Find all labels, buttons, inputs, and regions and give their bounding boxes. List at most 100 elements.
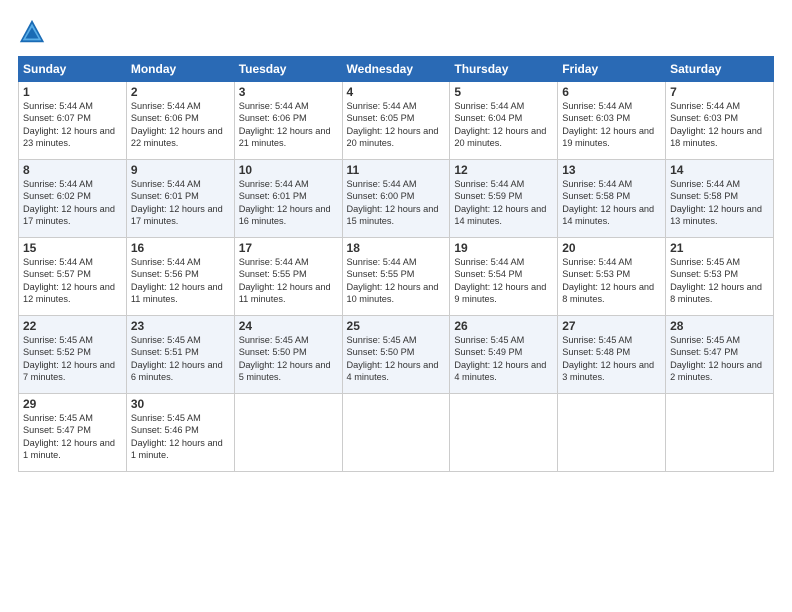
calendar-cell: 4Sunrise: 5:44 AMSunset: 6:05 PMDaylight… — [342, 82, 450, 160]
calendar-cell: 3Sunrise: 5:44 AMSunset: 6:06 PMDaylight… — [234, 82, 342, 160]
day-number: 14 — [670, 163, 769, 177]
calendar-cell: 17Sunrise: 5:44 AMSunset: 5:55 PMDayligh… — [234, 238, 342, 316]
calendar-cell: 16Sunrise: 5:44 AMSunset: 5:56 PMDayligh… — [126, 238, 234, 316]
cell-content: Sunrise: 5:44 AMSunset: 6:03 PMDaylight:… — [670, 100, 769, 150]
cell-content: Sunrise: 5:44 AMSunset: 5:56 PMDaylight:… — [131, 256, 230, 306]
calendar-cell: 7Sunrise: 5:44 AMSunset: 6:03 PMDaylight… — [666, 82, 774, 160]
cell-content: Sunrise: 5:45 AMSunset: 5:52 PMDaylight:… — [23, 334, 122, 384]
calendar-cell: 11Sunrise: 5:44 AMSunset: 6:00 PMDayligh… — [342, 160, 450, 238]
calendar-cell: 13Sunrise: 5:44 AMSunset: 5:58 PMDayligh… — [558, 160, 666, 238]
day-number: 6 — [562, 85, 661, 99]
cell-content: Sunrise: 5:45 AMSunset: 5:47 PMDaylight:… — [23, 412, 122, 462]
calendar-body: 1Sunrise: 5:44 AMSunset: 6:07 PMDaylight… — [19, 82, 774, 472]
day-number: 4 — [347, 85, 446, 99]
cell-content: Sunrise: 5:44 AMSunset: 5:53 PMDaylight:… — [562, 256, 661, 306]
week-row-4: 22Sunrise: 5:45 AMSunset: 5:52 PMDayligh… — [19, 316, 774, 394]
day-number: 19 — [454, 241, 553, 255]
day-number: 16 — [131, 241, 230, 255]
header-cell-sunday: Sunday — [19, 57, 127, 82]
calendar-cell: 18Sunrise: 5:44 AMSunset: 5:55 PMDayligh… — [342, 238, 450, 316]
week-row-3: 15Sunrise: 5:44 AMSunset: 5:57 PMDayligh… — [19, 238, 774, 316]
day-number: 21 — [670, 241, 769, 255]
header-cell-saturday: Saturday — [666, 57, 774, 82]
week-row-5: 29Sunrise: 5:45 AMSunset: 5:47 PMDayligh… — [19, 394, 774, 472]
calendar-cell: 8Sunrise: 5:44 AMSunset: 6:02 PMDaylight… — [19, 160, 127, 238]
header-row: SundayMondayTuesdayWednesdayThursdayFrid… — [19, 57, 774, 82]
calendar-cell: 21Sunrise: 5:45 AMSunset: 5:53 PMDayligh… — [666, 238, 774, 316]
calendar-cell: 1Sunrise: 5:44 AMSunset: 6:07 PMDaylight… — [19, 82, 127, 160]
cell-content: Sunrise: 5:44 AMSunset: 6:01 PMDaylight:… — [239, 178, 338, 228]
day-number: 2 — [131, 85, 230, 99]
header-cell-friday: Friday — [558, 57, 666, 82]
cell-content: Sunrise: 5:44 AMSunset: 5:54 PMDaylight:… — [454, 256, 553, 306]
cell-content: Sunrise: 5:45 AMSunset: 5:51 PMDaylight:… — [131, 334, 230, 384]
calendar-cell: 20Sunrise: 5:44 AMSunset: 5:53 PMDayligh… — [558, 238, 666, 316]
cell-content: Sunrise: 5:44 AMSunset: 5:55 PMDaylight:… — [347, 256, 446, 306]
day-number: 24 — [239, 319, 338, 333]
day-number: 18 — [347, 241, 446, 255]
header-cell-thursday: Thursday — [450, 57, 558, 82]
day-number: 20 — [562, 241, 661, 255]
day-number: 27 — [562, 319, 661, 333]
cell-content: Sunrise: 5:44 AMSunset: 6:04 PMDaylight:… — [454, 100, 553, 150]
cell-content: Sunrise: 5:44 AMSunset: 6:02 PMDaylight:… — [23, 178, 122, 228]
cell-content: Sunrise: 5:45 AMSunset: 5:50 PMDaylight:… — [239, 334, 338, 384]
calendar-cell: 15Sunrise: 5:44 AMSunset: 5:57 PMDayligh… — [19, 238, 127, 316]
cell-content: Sunrise: 5:44 AMSunset: 5:58 PMDaylight:… — [562, 178, 661, 228]
calendar-cell: 5Sunrise: 5:44 AMSunset: 6:04 PMDaylight… — [450, 82, 558, 160]
week-row-1: 1Sunrise: 5:44 AMSunset: 6:07 PMDaylight… — [19, 82, 774, 160]
calendar-cell: 27Sunrise: 5:45 AMSunset: 5:48 PMDayligh… — [558, 316, 666, 394]
calendar-cell — [342, 394, 450, 472]
cell-content: Sunrise: 5:44 AMSunset: 6:06 PMDaylight:… — [131, 100, 230, 150]
day-number: 3 — [239, 85, 338, 99]
logo-icon — [18, 18, 46, 46]
calendar-cell: 12Sunrise: 5:44 AMSunset: 5:59 PMDayligh… — [450, 160, 558, 238]
calendar-cell: 25Sunrise: 5:45 AMSunset: 5:50 PMDayligh… — [342, 316, 450, 394]
calendar-cell: 9Sunrise: 5:44 AMSunset: 6:01 PMDaylight… — [126, 160, 234, 238]
calendar-cell — [234, 394, 342, 472]
calendar-cell: 26Sunrise: 5:45 AMSunset: 5:49 PMDayligh… — [450, 316, 558, 394]
day-number: 26 — [454, 319, 553, 333]
cell-content: Sunrise: 5:44 AMSunset: 6:06 PMDaylight:… — [239, 100, 338, 150]
day-number: 1 — [23, 85, 122, 99]
day-number: 7 — [670, 85, 769, 99]
cell-content: Sunrise: 5:45 AMSunset: 5:50 PMDaylight:… — [347, 334, 446, 384]
header-cell-wednesday: Wednesday — [342, 57, 450, 82]
cell-content: Sunrise: 5:44 AMSunset: 5:55 PMDaylight:… — [239, 256, 338, 306]
calendar-cell: 22Sunrise: 5:45 AMSunset: 5:52 PMDayligh… — [19, 316, 127, 394]
day-number: 29 — [23, 397, 122, 411]
calendar-cell: 2Sunrise: 5:44 AMSunset: 6:06 PMDaylight… — [126, 82, 234, 160]
header — [18, 18, 774, 46]
calendar-header: SundayMondayTuesdayWednesdayThursdayFrid… — [19, 57, 774, 82]
cell-content: Sunrise: 5:45 AMSunset: 5:53 PMDaylight:… — [670, 256, 769, 306]
day-number: 8 — [23, 163, 122, 177]
day-number: 17 — [239, 241, 338, 255]
logo — [18, 18, 49, 46]
calendar-cell — [450, 394, 558, 472]
calendar: SundayMondayTuesdayWednesdayThursdayFrid… — [18, 56, 774, 472]
header-cell-monday: Monday — [126, 57, 234, 82]
cell-content: Sunrise: 5:44 AMSunset: 6:07 PMDaylight:… — [23, 100, 122, 150]
cell-content: Sunrise: 5:45 AMSunset: 5:48 PMDaylight:… — [562, 334, 661, 384]
week-row-2: 8Sunrise: 5:44 AMSunset: 6:02 PMDaylight… — [19, 160, 774, 238]
day-number: 9 — [131, 163, 230, 177]
day-number: 5 — [454, 85, 553, 99]
day-number: 25 — [347, 319, 446, 333]
calendar-cell: 28Sunrise: 5:45 AMSunset: 5:47 PMDayligh… — [666, 316, 774, 394]
calendar-cell — [558, 394, 666, 472]
day-number: 12 — [454, 163, 553, 177]
day-number: 22 — [23, 319, 122, 333]
cell-content: Sunrise: 5:44 AMSunset: 6:01 PMDaylight:… — [131, 178, 230, 228]
calendar-cell: 23Sunrise: 5:45 AMSunset: 5:51 PMDayligh… — [126, 316, 234, 394]
calendar-cell: 10Sunrise: 5:44 AMSunset: 6:01 PMDayligh… — [234, 160, 342, 238]
calendar-cell: 30Sunrise: 5:45 AMSunset: 5:46 PMDayligh… — [126, 394, 234, 472]
day-number: 15 — [23, 241, 122, 255]
calendar-cell: 24Sunrise: 5:45 AMSunset: 5:50 PMDayligh… — [234, 316, 342, 394]
day-number: 23 — [131, 319, 230, 333]
cell-content: Sunrise: 5:44 AMSunset: 5:59 PMDaylight:… — [454, 178, 553, 228]
calendar-cell: 6Sunrise: 5:44 AMSunset: 6:03 PMDaylight… — [558, 82, 666, 160]
header-cell-tuesday: Tuesday — [234, 57, 342, 82]
cell-content: Sunrise: 5:44 AMSunset: 5:58 PMDaylight:… — [670, 178, 769, 228]
calendar-cell: 19Sunrise: 5:44 AMSunset: 5:54 PMDayligh… — [450, 238, 558, 316]
cell-content: Sunrise: 5:44 AMSunset: 6:00 PMDaylight:… — [347, 178, 446, 228]
